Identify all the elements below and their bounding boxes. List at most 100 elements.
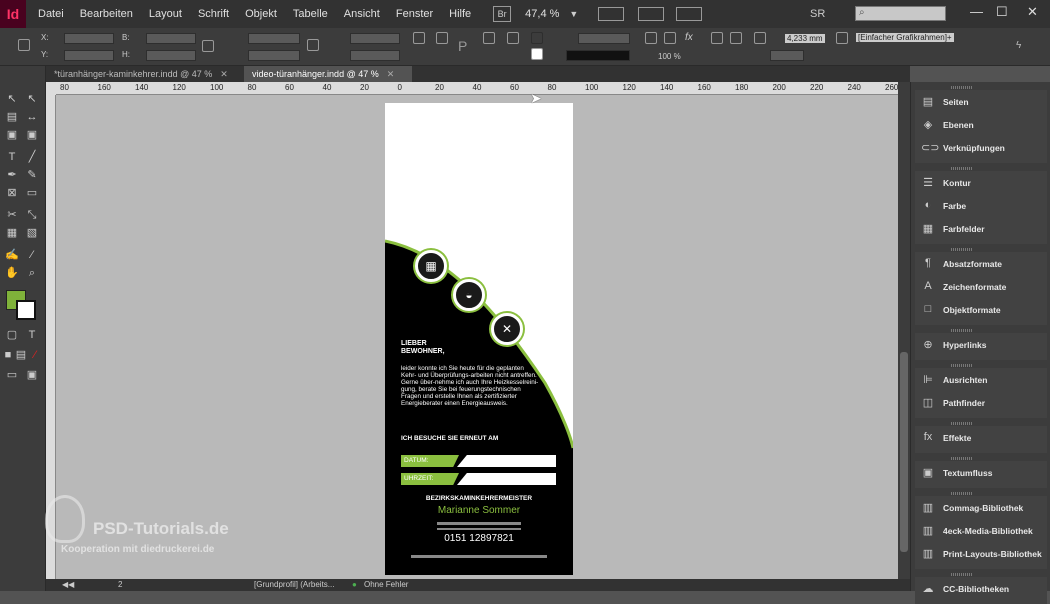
- constrain-proportions-icon[interactable]: [202, 40, 214, 52]
- object-style-icon[interactable]: [836, 32, 848, 44]
- quick-apply-icon[interactable]: ϟ: [1016, 40, 1028, 52]
- apply-gradient-icon[interactable]: ▤: [14, 348, 28, 362]
- scrollbar-thumb[interactable]: [900, 352, 908, 552]
- screen-mode-button[interactable]: [638, 7, 665, 21]
- panel-group-grip[interactable]: [951, 248, 973, 251]
- tab-tueranhaenger-kaminkehrer[interactable]: *türanhänger-kaminkehrer.indd @ 47 % ✕: [46, 66, 242, 82]
- menu-objekt[interactable]: Objekt: [237, 8, 285, 20]
- zoom-dropdown-icon[interactable]: ▼: [569, 9, 578, 19]
- formatting-text-icon[interactable]: T: [25, 328, 39, 342]
- horizontal-ruler[interactable]: 80 160 140 120 100 80 60 40 20 0 20 40 60 80 100 120 140…: [56, 82, 898, 95]
- formatting-container-icon[interactable]: ▢: [5, 328, 19, 342]
- preflight-status[interactable]: Ohne Fehler: [364, 580, 408, 589]
- auto-fit-icon[interactable]: [754, 32, 766, 44]
- rotate-ccw-icon[interactable]: [436, 32, 448, 44]
- page-tool-icon[interactable]: ▤: [5, 110, 19, 124]
- x-field[interactable]: [64, 33, 114, 44]
- content-placer-icon[interactable]: ▣: [25, 128, 39, 142]
- panel-group-grip[interactable]: [951, 167, 973, 170]
- scale-y-field[interactable]: [248, 50, 300, 61]
- stroke-color-swatch[interactable]: [16, 300, 36, 320]
- close-tab-icon[interactable]: ✕: [220, 69, 228, 79]
- stroke-swatch[interactable]: [531, 48, 543, 60]
- eyedropper-tool-icon[interactable]: ⁄: [25, 248, 39, 262]
- y-field[interactable]: [64, 50, 114, 61]
- direct-selection-tool-icon[interactable]: ↖: [25, 92, 39, 106]
- page-nav-first-icon[interactable]: ◀◀: [62, 580, 74, 589]
- hand-tool-icon[interactable]: ✋: [5, 266, 19, 280]
- panel-item-pathfinder[interactable]: ◫ Pathfinder: [911, 393, 1050, 413]
- menu-layout[interactable]: Layout: [141, 8, 190, 20]
- panel-item-verkn-pfungen[interactable]: ⊂⊃ Verknüpfungen: [911, 138, 1050, 158]
- maximize-button[interactable]: ☐: [996, 4, 1008, 20]
- gap-tool-icon[interactable]: ↔: [25, 110, 39, 124]
- note-tool-icon[interactable]: ✍: [5, 248, 19, 262]
- selection-tool-icon[interactable]: ↖: [5, 92, 19, 106]
- path-icon[interactable]: P: [458, 38, 470, 54]
- pencil-tool-icon[interactable]: ✎: [25, 168, 39, 182]
- height-field[interactable]: [146, 50, 196, 61]
- panel-item-cc-bibliotheken[interactable]: ☁ CC-Bibliotheken: [911, 579, 1050, 599]
- fx-icon[interactable]: fx: [685, 32, 697, 44]
- preflight-profile[interactable]: [Grundprofil] (Arbeits...: [254, 580, 334, 589]
- preview-mode-icon[interactable]: ▣: [25, 368, 39, 382]
- pen-tool-icon[interactable]: ✒: [5, 168, 19, 182]
- scissors-tool-icon[interactable]: ✂: [5, 208, 19, 222]
- arrange-documents-button[interactable]: [676, 7, 703, 21]
- menu-schrift[interactable]: Schrift: [190, 8, 237, 20]
- content-collector-icon[interactable]: ▣: [5, 128, 19, 142]
- panel-item-ausrichten[interactable]: ⊫ Ausrichten: [911, 370, 1050, 390]
- zoom-level[interactable]: 47,4 %: [525, 8, 559, 20]
- fill-dropdown[interactable]: [578, 33, 630, 44]
- stroke-weight-field[interactable]: 4,233 mm: [785, 34, 825, 43]
- fit-content-icon[interactable]: [711, 32, 723, 44]
- panel-item-textumfluss[interactable]: ▣ Textumfluss: [911, 463, 1050, 483]
- flip-horizontal-icon[interactable]: [483, 32, 495, 44]
- workspace-switcher[interactable]: SR: [810, 8, 825, 20]
- page-number[interactable]: 2: [118, 580, 122, 589]
- panel-group-grip[interactable]: [951, 364, 973, 367]
- normal-view-icon[interactable]: ▭: [5, 368, 19, 382]
- panel-item-print-layouts-bibliothek[interactable]: ▥ Print-Layouts-Bibliothek: [911, 544, 1050, 564]
- panel-group-grip[interactable]: [951, 457, 973, 460]
- free-transform-tool-icon[interactable]: ⤡: [25, 208, 39, 222]
- panel-item-zeichenformate[interactable]: A Zeichenformate: [911, 277, 1050, 297]
- close-tab-icon[interactable]: ✕: [387, 69, 395, 79]
- panel-item-commag-bibliothek[interactable]: ▥ Commag-Bibliothek: [911, 498, 1050, 518]
- width-field[interactable]: [146, 33, 196, 44]
- panel-group-grip[interactable]: [951, 422, 973, 425]
- panel-item-seiten[interactable]: ▤ Seiten: [911, 92, 1050, 112]
- menu-ansicht[interactable]: Ansicht: [336, 8, 388, 20]
- menu-datei[interactable]: Datei: [30, 8, 72, 20]
- reference-point-icon[interactable]: [18, 39, 30, 51]
- panel-group-grip[interactable]: [951, 573, 973, 576]
- panel-item-absatzformate[interactable]: ¶ Absatzformate: [911, 254, 1050, 274]
- panel-group-grip[interactable]: [951, 492, 973, 495]
- shadow-icon[interactable]: [664, 32, 676, 44]
- scale-x-field[interactable]: [248, 33, 300, 44]
- stroke-type-dropdown[interactable]: [566, 50, 630, 61]
- apply-none-icon[interactable]: ⁄: [28, 348, 42, 362]
- shear-field[interactable]: [350, 50, 400, 61]
- gradient-feather-tool-icon[interactable]: ▧: [25, 226, 39, 240]
- panel-item-farbe[interactable]: ◐ Farbe: [911, 196, 1050, 216]
- panel-group-grip[interactable]: [951, 86, 973, 89]
- panel-item-4eck-media-bibliothek[interactable]: ▥ 4eck-Media-Bibliothek: [911, 521, 1050, 541]
- search-input[interactable]: ⌕: [855, 6, 946, 21]
- rotate-icon[interactable]: [413, 32, 425, 44]
- view-options-button[interactable]: [598, 7, 625, 21]
- opacity-value[interactable]: 100 %: [658, 52, 681, 61]
- panel-item-farbfelder[interactable]: ▦ Farbfelder: [911, 219, 1050, 239]
- fill-swatch[interactable]: [531, 32, 543, 44]
- select-container-icon[interactable]: [507, 32, 519, 44]
- door-hanger-page[interactable]: ▦ ◒ ✕ LIEBER BEWOHNER, leider konnte ich…: [385, 103, 573, 575]
- apply-color-icon[interactable]: ■: [1, 348, 15, 362]
- panel-item-kontur[interactable]: ☰ Kontur: [911, 173, 1050, 193]
- zoom-tool-icon[interactable]: ⌕: [25, 266, 39, 280]
- frame-tool-icon[interactable]: ⊠: [5, 186, 19, 200]
- menu-fenster[interactable]: Fenster: [388, 8, 441, 20]
- rotation-field[interactable]: [350, 33, 400, 44]
- center-content-icon[interactable]: [730, 32, 742, 44]
- gradient-tool-icon[interactable]: ▦: [5, 226, 19, 240]
- panel-item-effekte[interactable]: fx Effekte: [911, 428, 1050, 448]
